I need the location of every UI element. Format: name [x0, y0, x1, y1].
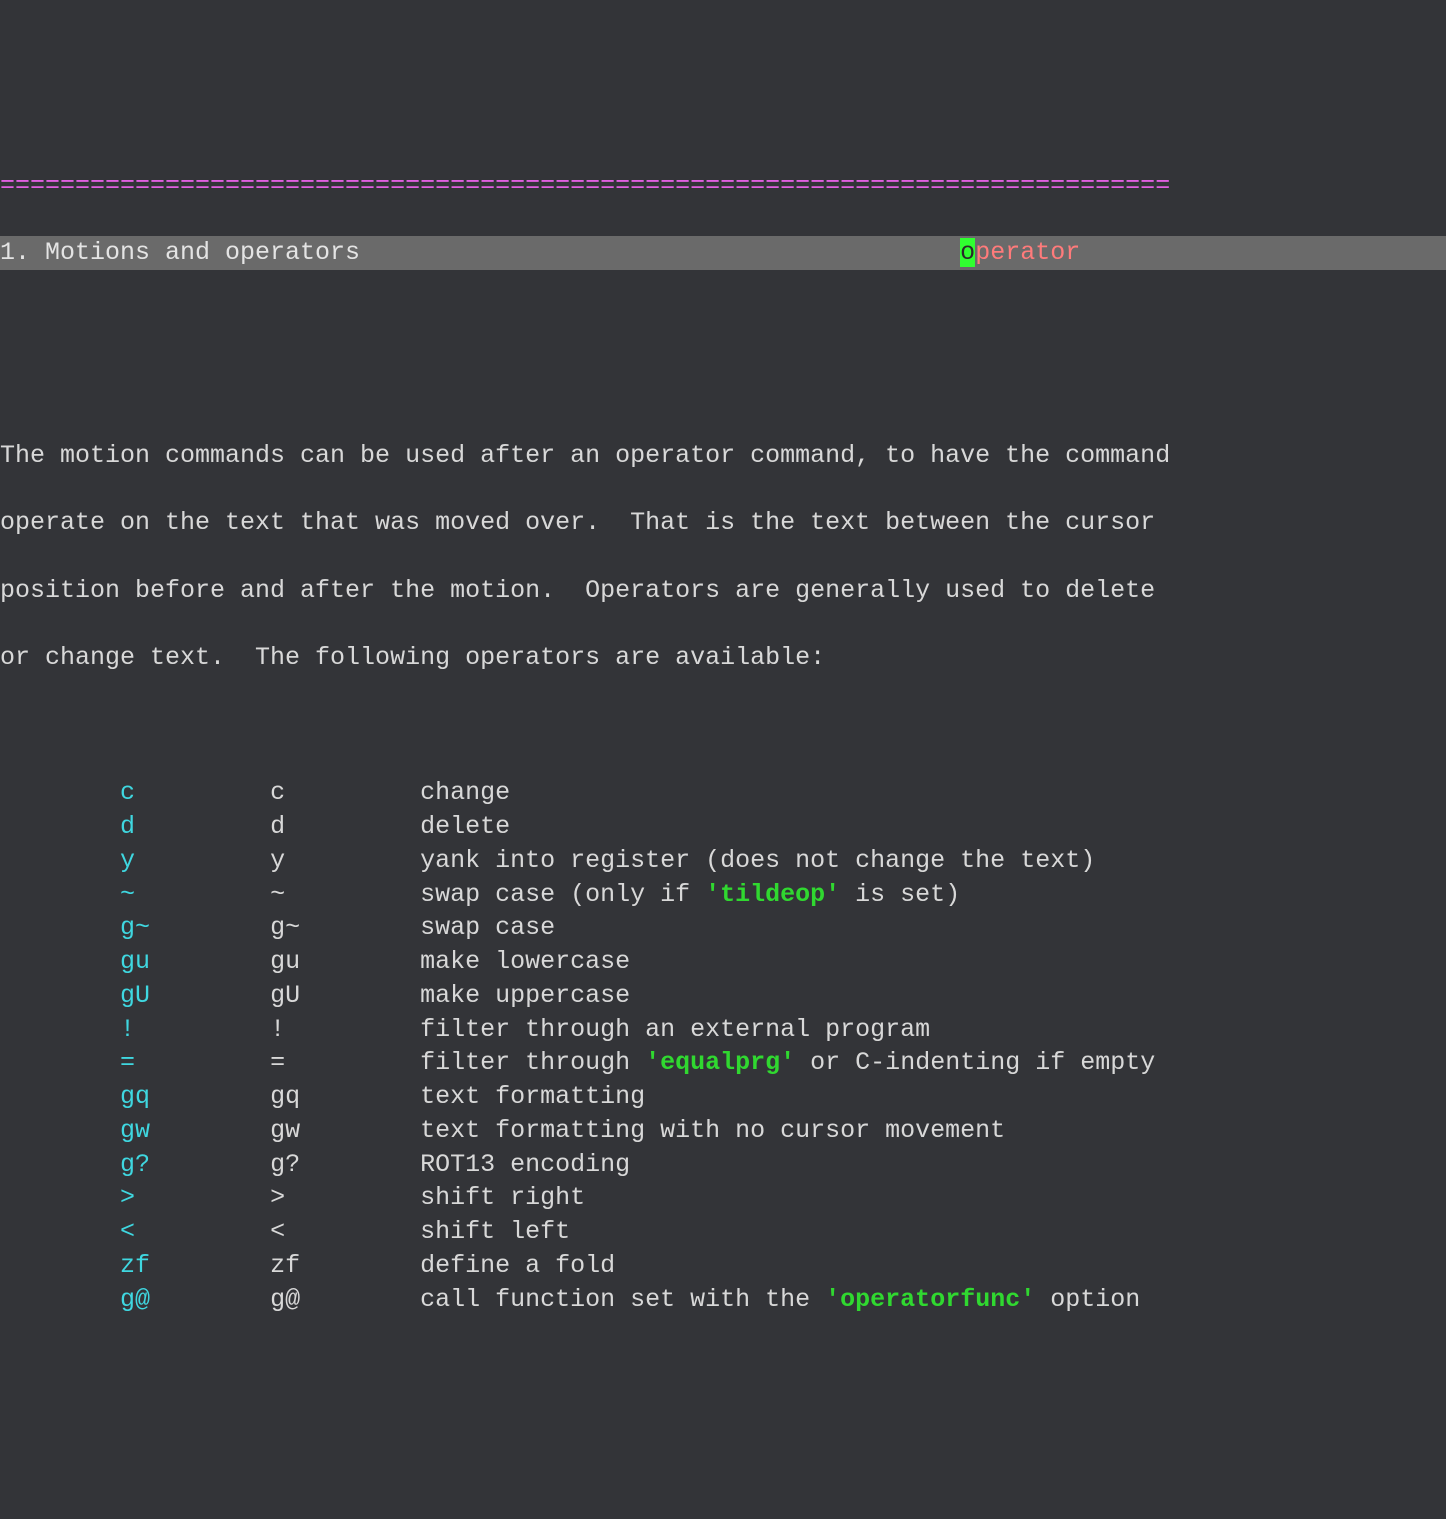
row-indent: [0, 1048, 120, 1077]
row-indent: [0, 1183, 120, 1212]
operator-row: > > shift right: [0, 1181, 1446, 1215]
row-indent: [0, 1217, 120, 1246]
title-gap: [360, 238, 960, 267]
operator-row: c c change: [0, 776, 1446, 810]
blank-line: [0, 709, 1446, 743]
operator-desc: text formatting: [420, 1082, 645, 1111]
operator-desc: swap case: [420, 913, 555, 942]
operator-command: g?: [270, 1150, 420, 1179]
help-link[interactable]: =: [120, 1048, 270, 1077]
help-link[interactable]: gq: [120, 1082, 270, 1111]
row-indent: [0, 913, 120, 942]
row-indent: [0, 1015, 120, 1044]
section-separator: ========================================…: [0, 169, 1446, 203]
operator-command: ~: [270, 880, 420, 909]
cursor: o: [960, 238, 975, 267]
operator-desc: shift left: [420, 1217, 570, 1246]
help-link[interactable]: g?: [120, 1150, 270, 1179]
row-indent: [0, 1285, 120, 1314]
help-link[interactable]: y: [120, 846, 270, 875]
paragraph-line: or change text. The following operators …: [0, 641, 1446, 675]
option-link[interactable]: 'equalprg': [645, 1048, 795, 1077]
operator-row: y y yank into register (does not change …: [0, 844, 1446, 878]
operator-desc: call function set with the: [420, 1285, 825, 1314]
help-link[interactable]: !: [120, 1015, 270, 1044]
operator-row: zf zf define a fold: [0, 1249, 1446, 1283]
operator-command: <: [270, 1217, 420, 1246]
paragraph-line: position before and after the motion. Op…: [0, 574, 1446, 608]
operator-row: g? g? ROT13 encoding: [0, 1148, 1446, 1182]
row-indent: [0, 1082, 120, 1111]
blank-line: [0, 371, 1446, 405]
operator-row: < < shift left: [0, 1215, 1446, 1249]
help-link[interactable]: gu: [120, 947, 270, 976]
row-indent: [0, 846, 120, 875]
section-title: 1. Motions and operators: [0, 238, 360, 267]
operator-row: = = filter through 'equalprg' or C-inden…: [0, 1046, 1446, 1080]
row-indent: [0, 1150, 120, 1179]
paragraph-line: operate on the text that was moved over.…: [0, 506, 1446, 540]
operator-desc: yank into register (does not change the …: [420, 846, 1095, 875]
row-indent: [0, 1251, 120, 1280]
row-indent: [0, 981, 120, 1010]
operator-command: =: [270, 1048, 420, 1077]
operator-command: g~: [270, 913, 420, 942]
row-indent: [0, 880, 120, 909]
operator-desc-post: is set): [840, 880, 960, 909]
operator-desc-post: option: [1035, 1285, 1140, 1314]
row-indent: [0, 778, 120, 807]
help-link[interactable]: d: [120, 812, 270, 841]
row-indent: [0, 1116, 120, 1145]
option-link[interactable]: 'operatorfunc': [825, 1285, 1035, 1314]
operator-row: g@ g@ call function set with the 'operat…: [0, 1283, 1446, 1317]
operator-command: c: [270, 778, 420, 807]
operator-desc: delete: [420, 812, 510, 841]
operator-command: d: [270, 812, 420, 841]
operator-command: gq: [270, 1082, 420, 1111]
operator-command: gU: [270, 981, 420, 1010]
operator-desc: text formatting with no cursor movement: [420, 1116, 1005, 1145]
help-link[interactable]: <: [120, 1217, 270, 1246]
operator-command: >: [270, 1183, 420, 1212]
operator-desc: swap case (only if: [420, 880, 705, 909]
operator-desc: ROT13 encoding: [420, 1150, 630, 1179]
row-indent: [0, 812, 120, 841]
option-link[interactable]: 'tildeop': [705, 880, 840, 909]
section-title-row: 1. Motions and operators operator: [0, 236, 1446, 270]
help-link[interactable]: >: [120, 1183, 270, 1212]
operator-command: y: [270, 846, 420, 875]
operator-row: gU gU make uppercase: [0, 979, 1446, 1013]
help-link[interactable]: c: [120, 778, 270, 807]
help-link[interactable]: g@: [120, 1285, 270, 1314]
help-link[interactable]: g~: [120, 913, 270, 942]
row-indent: [0, 947, 120, 976]
paragraph-line: The motion commands can be used after an…: [0, 439, 1446, 473]
operator-row: gw gw text formatting with no cursor mov…: [0, 1114, 1446, 1148]
operator-command: g@: [270, 1285, 420, 1314]
operator-row: ~ ~ swap case (only if 'tildeop' is set): [0, 878, 1446, 912]
operator-command: gu: [270, 947, 420, 976]
operator-command: zf: [270, 1251, 420, 1280]
operator-command: gw: [270, 1116, 420, 1145]
operator-row: d d delete: [0, 810, 1446, 844]
help-link[interactable]: gU: [120, 981, 270, 1010]
blank-line: [0, 304, 1446, 338]
help-tag-operator[interactable]: perator: [975, 238, 1080, 267]
help-link[interactable]: ~: [120, 880, 270, 909]
operator-desc-post: or C-indenting if empty: [795, 1048, 1155, 1077]
operator-desc: make uppercase: [420, 981, 630, 1010]
operator-desc: shift right: [420, 1183, 585, 1212]
operator-desc: make lowercase: [420, 947, 630, 976]
operator-desc: define a fold: [420, 1251, 615, 1280]
operator-row: gu gu make lowercase: [0, 945, 1446, 979]
operator-desc: filter through: [420, 1048, 645, 1077]
help-link[interactable]: zf: [120, 1251, 270, 1280]
operator-desc: change: [420, 778, 510, 807]
operator-row: g~ g~ swap case: [0, 911, 1446, 945]
operator-desc: filter through an external program: [420, 1015, 930, 1044]
operator-row: gq gq text formatting: [0, 1080, 1446, 1114]
operator-command: !: [270, 1015, 420, 1044]
operator-row: ! ! filter through an external program: [0, 1013, 1446, 1047]
help-link[interactable]: gw: [120, 1116, 270, 1145]
